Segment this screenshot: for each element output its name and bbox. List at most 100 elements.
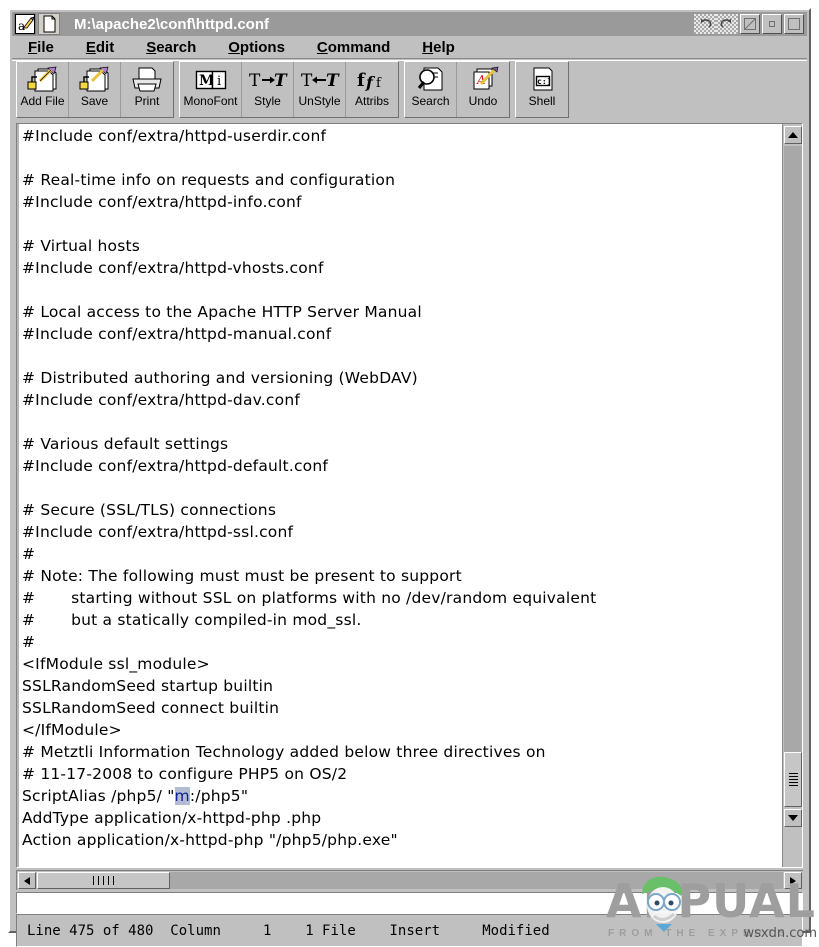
hide-button[interactable] (740, 14, 760, 34)
status-spacer-1 (153, 923, 170, 939)
menu-label-rest: ptions (239, 38, 285, 56)
chevron-left-icon (24, 876, 30, 885)
menu-mnemonic: S (146, 38, 157, 56)
menu-item-command[interactable]: Command (301, 39, 406, 56)
toolbar-group-font: M i MonoFont T T Style T T UnStyle f f f… (179, 61, 399, 118)
svg-text:f: f (365, 73, 376, 92)
editor-pencil-icon[interactable]: a (14, 13, 36, 35)
vertical-scroll-thumb[interactable] (784, 752, 802, 807)
svg-text:T: T (274, 71, 288, 91)
toolbar-group-file: Add File Save Print (16, 61, 174, 118)
status-modified-flag: Modified (482, 922, 550, 939)
menu-item-options[interactable]: Options (212, 39, 301, 56)
chevron-down-icon (788, 815, 798, 821)
grip-icon (788, 771, 798, 788)
maximize-button[interactable] (784, 14, 804, 34)
toolbar-button-label: Style (254, 94, 281, 108)
status-spacer-3 (271, 923, 305, 939)
undo-button[interactable]: A Undo (457, 62, 509, 117)
unstyle-button[interactable]: T T UnStyle (294, 62, 346, 117)
editor-area: #Include conf/extra/httpd-userdir.conf #… (16, 123, 803, 868)
menu-item-edit[interactable]: Edit (70, 39, 130, 56)
command-input[interactable] (16, 892, 803, 914)
file-content[interactable]: #Include conf/extra/httpd-userdir.conf #… (19, 124, 784, 851)
minimize-button[interactable] (762, 14, 782, 34)
horizontal-scrollbar[interactable] (16, 870, 803, 890)
vertical-scrollbar[interactable] (782, 124, 802, 867)
text-view[interactable]: #Include conf/extra/httpd-userdir.conf #… (17, 124, 784, 867)
search-button[interactable]: Search (405, 62, 457, 117)
toolbar-button-label: Add File (20, 94, 65, 108)
toolbar-button-label: Shell (528, 94, 556, 108)
attribs-icon: f f f (349, 65, 395, 95)
menu-label-rest: ommand (327, 38, 391, 56)
scroll-right-button[interactable] (784, 872, 802, 889)
chevron-right-icon (790, 876, 796, 885)
svg-text:f: f (357, 70, 366, 91)
status-line-indicator: Line 475 of 480 (27, 922, 154, 939)
status-file-count: 1 File (305, 922, 356, 939)
menu-item-help[interactable]: Help (406, 39, 471, 56)
save-icon (78, 65, 112, 95)
add-file-icon (26, 65, 60, 95)
search-magnifier-icon (414, 65, 448, 95)
scroll-down-button[interactable] (784, 809, 802, 827)
horizontal-scroll-thumb[interactable] (37, 872, 170, 889)
menu-mnemonic: O (228, 38, 240, 56)
vertical-scroll-track[interactable] (784, 146, 802, 807)
scroll-up-button[interactable] (784, 126, 802, 144)
grip-icon (91, 876, 116, 885)
svg-text:c:]: c:] (537, 77, 551, 86)
menu-mnemonic: E (85, 38, 96, 56)
toolbar-group-shell: c:] Shell (515, 61, 569, 118)
attribs-button[interactable]: f f f Attribs (346, 62, 398, 117)
svg-text:T: T (326, 71, 340, 91)
menu-item-search[interactable]: Search (130, 39, 212, 56)
toolbar: Add File Save Print M i MonoFont T T Sty… (12, 60, 807, 121)
style-icon: T T (245, 65, 291, 95)
toolbar-button-label: Undo (468, 94, 498, 108)
shell-button[interactable]: c:] Shell (516, 62, 568, 117)
status-spacer-2 (221, 923, 263, 939)
menu-item-file[interactable]: File (12, 39, 70, 56)
svg-text:a: a (18, 19, 25, 33)
title-bar: a M:\apache2\conf\httpd.conf (12, 12, 807, 36)
toolbar-button-label: Print (134, 94, 160, 108)
toolbar-button-label: Search (411, 94, 450, 108)
save-button[interactable]: Save (69, 62, 121, 117)
window-title: M:\apache2\conf\httpd.conf (74, 15, 269, 33)
menu-label-rest: ile (37, 38, 54, 56)
window-controls (694, 14, 804, 34)
svg-text:i: i (217, 74, 221, 89)
svg-text:f: f (376, 76, 382, 91)
editor-window: a M:\apache2\conf\httpd.conf File Edit S… (8, 8, 811, 947)
status-spacer-4 (356, 923, 390, 939)
scroll-left-button[interactable] (18, 872, 36, 889)
status-spacer-5 (440, 923, 482, 939)
undo-pencil-icon: A (466, 65, 500, 95)
shell-prompt-icon: c:] (525, 65, 559, 95)
unstyle-icon: T T (297, 65, 343, 95)
status-column-label: Column (170, 922, 221, 939)
undo-arrow-button[interactable] (694, 14, 716, 34)
menu-label-rest: elp (433, 38, 455, 56)
svg-text:T: T (301, 71, 313, 91)
status-bar: Line 475 of 480 Column 1 1 File Insert M… (16, 914, 803, 947)
selected-text[interactable]: m (174, 787, 190, 805)
code-before-selection: #Include conf/extra/httpd-userdir.conf #… (22, 127, 597, 805)
redo-arrow-button[interactable] (716, 14, 738, 34)
toolbar-button-label: Save (80, 94, 109, 108)
menu-label-rest: dit (95, 38, 115, 56)
toolbar-button-label: UnStyle (298, 94, 341, 108)
page-icon[interactable] (38, 13, 60, 35)
svg-text:T: T (249, 71, 261, 91)
print-button[interactable]: Print (121, 62, 173, 117)
add-file-button[interactable]: Add File (17, 62, 69, 117)
chevron-up-icon (788, 132, 798, 138)
menu-mnemonic: H (422, 38, 434, 56)
horizontal-scroll-track[interactable] (37, 872, 783, 889)
monofont-button[interactable]: M i MonoFont (180, 62, 242, 117)
style-button[interactable]: T T Style (242, 62, 294, 117)
status-insert-mode: Insert (389, 922, 441, 939)
toolbar-group-edit: Search A Undo (404, 61, 510, 118)
